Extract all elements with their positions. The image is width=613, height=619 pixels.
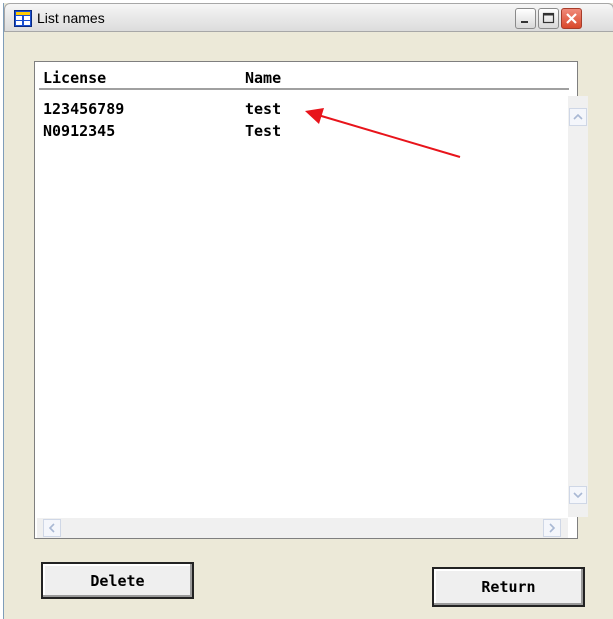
close-icon	[566, 13, 577, 24]
minimize-icon	[521, 21, 528, 23]
column-header: License Name	[39, 66, 569, 90]
license-cell: 123456789	[43, 100, 125, 118]
chevron-right-icon	[549, 523, 556, 533]
vertical-scrollbar[interactable]	[568, 96, 588, 517]
maximize-icon	[542, 12, 555, 24]
list-row[interactable]: N0912345 Test	[37, 122, 557, 144]
list-row[interactable]: 123456789 test	[37, 100, 557, 122]
list-body: 123456789 test N0912345 Test	[37, 96, 567, 512]
chevron-up-icon	[573, 113, 583, 120]
names-listbox[interactable]: License Name 123456789 test N0912345 Tes…	[34, 61, 588, 539]
title-bar[interactable]: List names	[4, 3, 613, 32]
maximize-button[interactable]	[538, 8, 559, 29]
close-button[interactable]	[561, 8, 582, 29]
name-cell: test	[245, 100, 282, 118]
scroll-up-button[interactable]	[569, 108, 587, 126]
minimize-button[interactable]	[515, 8, 536, 29]
license-cell: N0912345	[43, 122, 116, 140]
return-button[interactable]: Return	[432, 567, 585, 607]
delete-button[interactable]: Delete	[41, 562, 194, 599]
chevron-left-icon	[48, 523, 55, 533]
window-title: List names	[37, 10, 105, 26]
chevron-down-icon	[573, 492, 583, 499]
scroll-left-button[interactable]	[43, 519, 61, 537]
scroll-right-button[interactable]	[543, 519, 561, 537]
scroll-down-button[interactable]	[569, 486, 587, 504]
horizontal-scrollbar[interactable]	[37, 518, 568, 538]
name-cell: Test	[245, 122, 282, 140]
app-icon	[14, 10, 32, 27]
list-names-window: List names License Name 123456789 test N…	[3, 3, 613, 619]
column-header-license[interactable]: License	[43, 69, 106, 87]
column-header-name[interactable]: Name	[245, 69, 281, 87]
